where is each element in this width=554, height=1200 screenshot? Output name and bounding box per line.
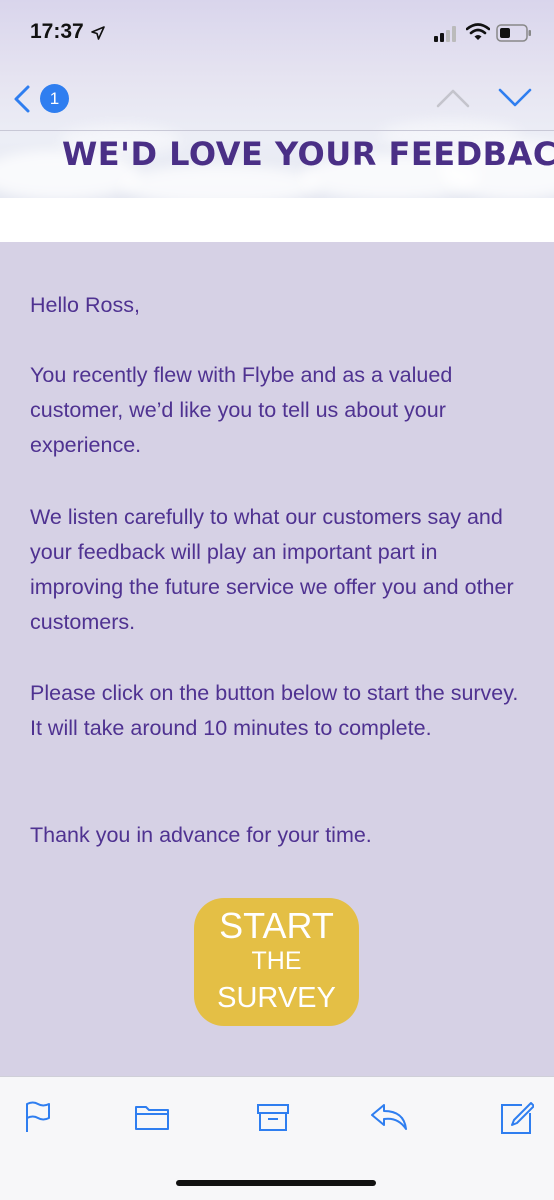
battery-icon [496, 24, 532, 47]
mail-screen: 17:37 1 WE'D LOVE YOUR FEEDBACK Hello Ro… [0, 0, 554, 1200]
reply-icon[interactable] [370, 1101, 410, 1138]
body-paragraph: We listen carefully to what our customer… [30, 505, 514, 634]
status-bar: 17:37 [0, 0, 554, 64]
closing-text: Thank you in advance for your time. [30, 823, 372, 847]
unread-count-badge: 1 [40, 84, 69, 113]
body-paragraph: You recently flew with Flybe and as a va… [30, 363, 453, 457]
compose-icon[interactable] [500, 1101, 535, 1140]
home-indicator[interactable] [176, 1180, 376, 1186]
cta-line-3: SURVEY [217, 982, 336, 1014]
cellular-signal-icon [434, 26, 460, 47]
cta-line-2: THE [251, 947, 302, 975]
location-arrow-icon [91, 26, 105, 45]
back-button[interactable]: 1 [12, 84, 72, 116]
start-survey-button[interactable]: START THE SURVEY [194, 898, 359, 1026]
previous-message-icon[interactable] [436, 88, 470, 113]
next-message-icon[interactable] [498, 88, 532, 113]
folder-icon[interactable] [134, 1101, 170, 1138]
body-paragraph: Please click on the button below to star… [30, 681, 519, 740]
banner-spacer [0, 198, 554, 242]
back-chevron-icon [12, 84, 32, 119]
banner-title: WE'D LOVE YOUR FEEDBACK [62, 135, 554, 173]
status-time: 17:37 [30, 20, 84, 43]
wifi-icon [465, 23, 491, 46]
cta-line-1: START [219, 905, 334, 946]
mail-nav-bar: 1 [0, 64, 554, 131]
greeting-text: Hello Ross, [30, 293, 140, 317]
archive-icon[interactable] [256, 1101, 290, 1138]
flag-icon[interactable] [24, 1101, 52, 1138]
